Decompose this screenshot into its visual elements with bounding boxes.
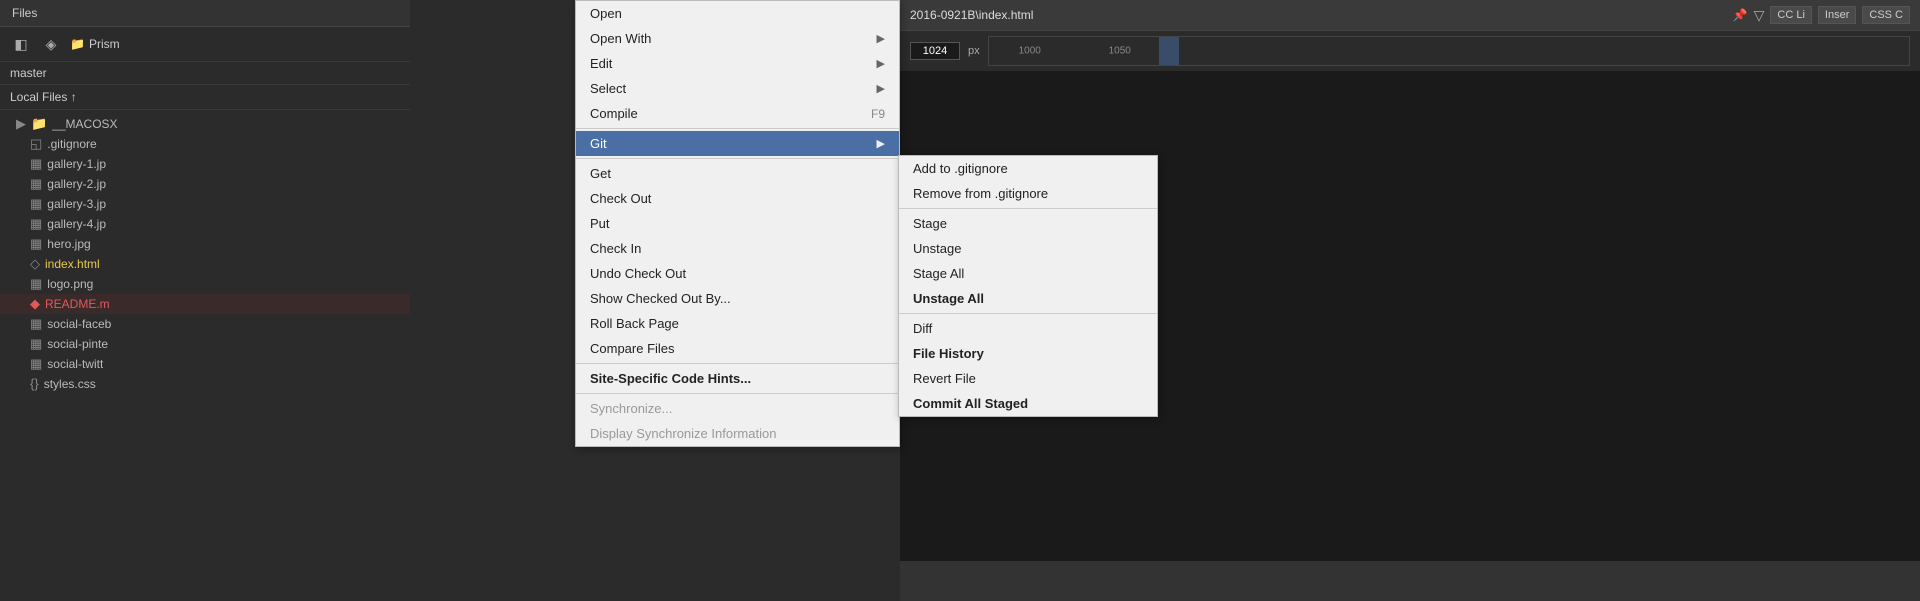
right-header: 2016-0921B\index.html 📌 ▽ CC Li Inser CS… (900, 0, 1920, 31)
list-item[interactable]: ▦ logo.png (0, 274, 410, 294)
css-button[interactable]: CSS C (1862, 6, 1910, 24)
branch-label: master (0, 62, 410, 85)
menu-separator (576, 158, 899, 159)
submenu-arrow: ▶ (877, 57, 885, 70)
image-icon: ▦ (30, 276, 42, 292)
filter-icon[interactable]: ▽ (1754, 7, 1765, 24)
image-icon: ▦ (30, 236, 42, 252)
menu-select[interactable]: Select ▶ (576, 76, 899, 101)
ruler-mark-1: 1000 (1019, 46, 1041, 57)
menu-separator (899, 313, 1157, 314)
menu-display-sync-info[interactable]: Display Synchronize Information (576, 421, 899, 446)
files-header: Files (0, 0, 410, 27)
menu-roll-back-page[interactable]: Roll Back Page (576, 311, 899, 336)
list-item[interactable]: ▦ gallery-3.jp (0, 194, 410, 214)
expand-icon: ▶ (16, 116, 26, 132)
menu-check-out[interactable]: Check Out (576, 186, 899, 211)
menu-separator (899, 208, 1157, 209)
ruler: 1000 1050 (988, 36, 1910, 66)
list-item[interactable]: ◇ index.html (0, 254, 410, 274)
menu-git-add-to-gitignore[interactable]: Add to .gitignore (899, 156, 1157, 181)
insert-button[interactable]: Inser (1818, 6, 1856, 24)
menu-get[interactable]: Get (576, 161, 899, 186)
list-item[interactable]: ◱ .gitignore (0, 134, 410, 154)
list-item[interactable]: ▦ gallery-1.jp (0, 154, 410, 174)
menu-undo-check-out[interactable]: Undo Check Out (576, 261, 899, 286)
files-title: Files (12, 6, 37, 20)
image-icon: ▦ (30, 336, 42, 352)
menu-git-stage-all[interactable]: Stage All (899, 261, 1157, 286)
menu-git-remove-from-gitignore[interactable]: Remove from .gitignore (899, 181, 1157, 206)
file-title: 2016-0921B\index.html (910, 8, 1033, 22)
menu-put[interactable]: Put (576, 211, 899, 236)
file-tree: ▶ 📁 __MACOSX ◱ .gitignore ▦ gallery-1.jp… (0, 110, 410, 397)
ruler-marker[interactable] (1159, 37, 1179, 65)
menu-separator (576, 128, 899, 129)
menu-separator (576, 363, 899, 364)
image-icon: ▦ (30, 216, 42, 232)
menu-git-diff[interactable]: Diff (899, 316, 1157, 341)
list-item[interactable]: ▦ social-faceb (0, 314, 410, 334)
folder-icon: 📁 (31, 116, 47, 132)
css-icon: {} (30, 376, 39, 391)
list-item[interactable]: ▦ gallery-4.jp (0, 214, 410, 234)
submenu-arrow: ▶ (877, 82, 885, 95)
image-icon: ▦ (30, 356, 42, 372)
menu-git-unstage[interactable]: Unstage (899, 236, 1157, 261)
menu-show-checked-out-by[interactable]: Show Checked Out By... (576, 286, 899, 311)
files-toolbar-icon2[interactable]: ◈ (40, 33, 62, 55)
prism-label: 📁 Prism (70, 37, 120, 51)
files-toolbar-icon1[interactable]: ◧ (10, 33, 32, 55)
menu-check-in[interactable]: Check In (576, 236, 899, 261)
menu-git-revert-file[interactable]: Revert File (899, 366, 1157, 391)
list-item[interactable]: {} styles.css (0, 374, 410, 393)
menu-edit[interactable]: Edit ▶ (576, 51, 899, 76)
list-item[interactable]: ▦ gallery-2.jp (0, 174, 410, 194)
menu-git-commit-all-staged[interactable]: Commit All Staged (899, 391, 1157, 416)
menu-git-stage[interactable]: Stage (899, 211, 1157, 236)
files-toolbar: ◧ ◈ 📁 Prism (0, 27, 410, 62)
list-item[interactable]: ▦ social-pinte (0, 334, 410, 354)
files-panel: Files ◧ ◈ 📁 Prism master Local Files ↑ ▶… (0, 0, 410, 601)
file-icon: ◆ (30, 296, 40, 312)
pin-icon[interactable]: 📌 (1733, 8, 1748, 22)
px-label: px (968, 45, 980, 57)
html-icon: ◇ (30, 256, 40, 272)
list-item[interactable]: ▦ social-twitt (0, 354, 410, 374)
menu-open[interactable]: Open (576, 1, 899, 26)
menu-compare-files[interactable]: Compare Files (576, 336, 899, 361)
menu-git[interactable]: Git ▶ (576, 131, 899, 156)
list-item[interactable]: ▦ hero.jpg (0, 234, 410, 254)
menu-compile[interactable]: Compile F9 (576, 101, 899, 126)
list-item[interactable]: ◆ README.m (0, 294, 410, 314)
px-input[interactable] (910, 42, 960, 60)
image-icon: ▦ (30, 156, 42, 172)
image-icon: ▦ (30, 176, 42, 192)
menu-open-with[interactable]: Open With ▶ (576, 26, 899, 51)
ruler-area: px 1000 1050 (900, 31, 1920, 71)
submenu-arrow: ▶ (877, 137, 885, 150)
file-icon: ◱ (30, 136, 42, 152)
local-files-label: Local Files ↑ (0, 85, 410, 110)
context-menu-git: Add to .gitignore Remove from .gitignore… (898, 155, 1158, 417)
context-menu-main: Open Open With ▶ Edit ▶ Select ▶ Compile… (575, 0, 900, 447)
image-icon: ▦ (30, 196, 42, 212)
cc-button[interactable]: CC Li (1770, 6, 1812, 24)
header-actions: 📌 ▽ CC Li Inser CSS C (1733, 6, 1910, 24)
menu-synchronize[interactable]: Synchronize... (576, 396, 899, 421)
menu-site-specific-code-hints[interactable]: Site-Specific Code Hints... (576, 366, 899, 391)
list-item[interactable]: ▶ 📁 __MACOSX (0, 114, 410, 134)
image-icon: ▦ (30, 316, 42, 332)
submenu-arrow: ▶ (877, 32, 885, 45)
ruler-mark-2: 1050 (1109, 46, 1131, 57)
menu-git-unstage-all[interactable]: Unstage All (899, 286, 1157, 311)
menu-git-file-history[interactable]: File History (899, 341, 1157, 366)
menu-separator (576, 393, 899, 394)
